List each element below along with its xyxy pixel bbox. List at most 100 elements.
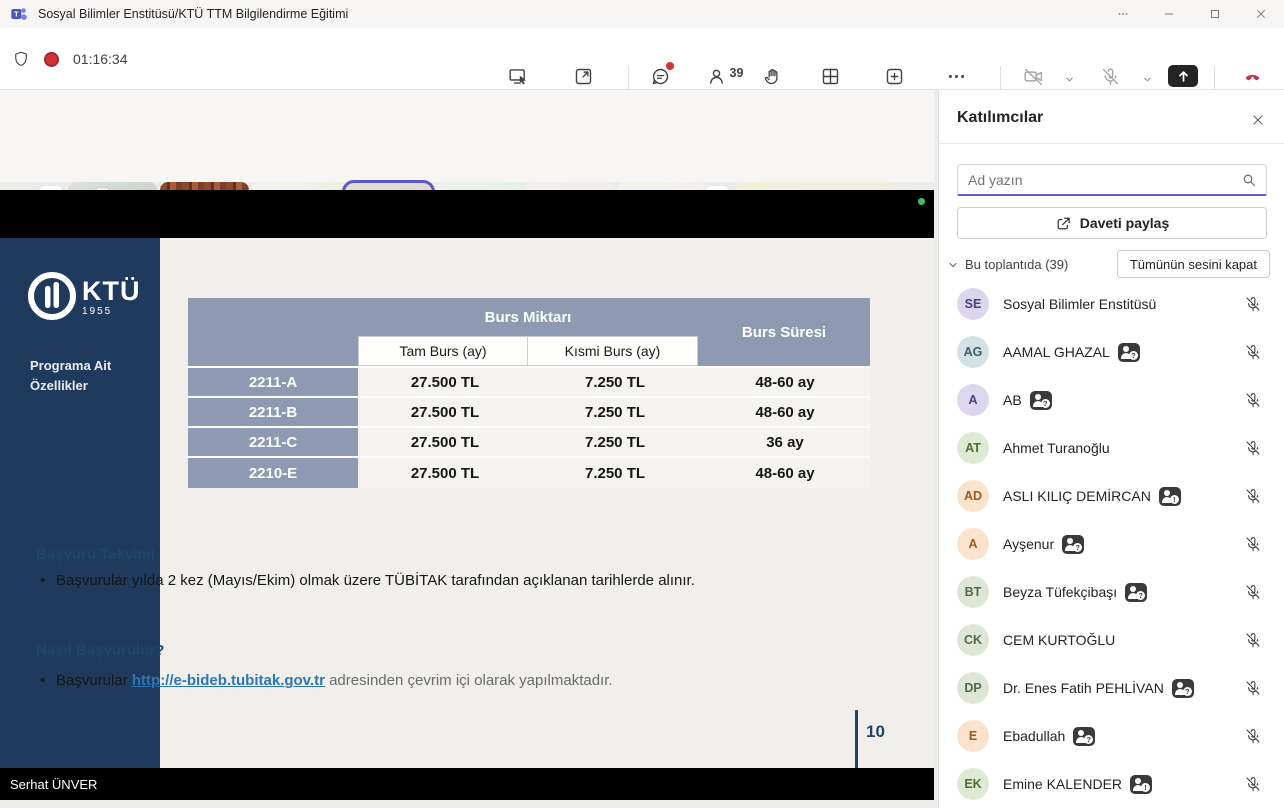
participant-row[interactable]: A Ayşenur? xyxy=(939,520,1284,568)
cell-duration: 48-60 ay xyxy=(700,458,870,488)
participant-search[interactable] xyxy=(957,164,1267,196)
mic-off-icon[interactable] xyxy=(1244,535,1262,553)
participant-search-input[interactable] xyxy=(958,172,1241,188)
participant-row[interactable]: AG AAMAL GHAZAL? xyxy=(939,328,1284,376)
slide-bullet-1: • Başvurular yılda 2 kez (Mayıs/Ekim) ol… xyxy=(40,570,712,591)
guest-badge-icon: ! xyxy=(1159,487,1181,506)
window-close-button[interactable] xyxy=(1238,0,1284,28)
guest-badge-icon: ? xyxy=(1030,391,1052,410)
chevron-down-icon[interactable] xyxy=(947,258,959,276)
cell-duration: 48-60 ay xyxy=(700,368,870,396)
guest-badge-icon: ? xyxy=(1172,679,1194,698)
table-group-header: Burs Miktarı xyxy=(358,298,698,336)
participant-row[interactable]: EK Emine KALENDER! xyxy=(939,760,1284,808)
security-shield-icon xyxy=(12,50,30,68)
avatar: AD xyxy=(957,480,989,512)
participant-name: Emine KALENDER xyxy=(1003,776,1122,792)
meeting-title: Sosyal Bilimler Enstitüsü/KTÜ TTM Bilgil… xyxy=(38,7,348,21)
mic-off-icon[interactable] xyxy=(1244,631,1262,649)
table-row-values: 27.500 TL 7.250 TL 48-60 ay xyxy=(360,366,870,396)
share-screen-icon xyxy=(1168,64,1198,88)
slide-heading-nasil-basvurulur: Nasıl Başvurulur? xyxy=(36,642,164,659)
table-row-program: 2211-C xyxy=(188,426,358,456)
view-grid-icon xyxy=(820,64,841,88)
mic-off-icon[interactable] xyxy=(1244,727,1262,745)
mic-off-icon[interactable] xyxy=(1244,391,1262,409)
cell-partial-burs: 7.250 TL xyxy=(530,398,700,426)
microphone-options-chevron[interactable] xyxy=(1142,72,1153,90)
chat-icon xyxy=(650,64,671,88)
video-filmstrip: ! EK ! HC xyxy=(0,90,934,182)
cell-partial-burs: 7.250 TL xyxy=(530,428,700,456)
in-meeting-section: Bu toplantıda (39) Tümünün sesini kapat xyxy=(939,250,1284,280)
participant-row[interactable]: DP Dr. Enes Fatih PEHLİVAN? xyxy=(939,664,1284,712)
table-subheader-partial: Kısmi Burs (ay) xyxy=(527,336,698,366)
share-invite-icon xyxy=(1055,215,1072,232)
cell-full-burs: 27.500 TL xyxy=(360,398,530,426)
mic-off-icon[interactable] xyxy=(1244,583,1262,601)
guest-badge-icon: ? xyxy=(1125,583,1147,602)
guest-badge-icon: ? xyxy=(1062,535,1084,554)
window-more-button[interactable] xyxy=(1100,0,1146,28)
teams-app-icon: T xyxy=(10,5,28,23)
recording-indicator-icon xyxy=(44,52,59,67)
shared-screen-letterbox-bottom: Serhat ÜNVER xyxy=(0,768,934,800)
mic-off-icon[interactable] xyxy=(1244,775,1262,793)
mic-off-icon[interactable] xyxy=(1244,295,1262,313)
teams-meeting-window: T Sosyal Bilimler Enstitüsü/KTÜ TTM Bilg… xyxy=(0,0,1284,808)
tubitak-link: http://e-bideb.tubitak.gov.tr xyxy=(132,672,325,689)
participant-count: 39 xyxy=(730,66,744,80)
meeting-timer: 01:16:34 xyxy=(73,51,128,67)
window-maximize-button[interactable] xyxy=(1192,0,1238,28)
participant-row[interactable]: AT Ahmet Turanoğlu xyxy=(939,424,1284,472)
cell-full-burs: 27.500 TL xyxy=(360,458,530,488)
participant-row[interactable]: BT Beyza Tüfekçibaşı? xyxy=(939,568,1284,616)
panel-close-button[interactable] xyxy=(1248,110,1268,130)
participant-name: ASLI KILIÇ DEMİRCAN xyxy=(1003,488,1151,504)
table-corner-cell xyxy=(188,298,358,366)
title-bar: T Sosyal Bilimler Enstitüsü/KTÜ TTM Bilg… xyxy=(0,0,1284,28)
mic-off-icon[interactable] xyxy=(1244,487,1262,505)
participant-row[interactable]: A AB? xyxy=(939,376,1284,424)
cell-duration: 36 ay xyxy=(700,428,870,456)
participant-row[interactable]: AD ASLI KILIÇ DEMİRCAN! xyxy=(939,472,1284,520)
table-duration-header: Burs Süresi xyxy=(698,298,870,366)
table-row-values: 27.500 TL 7.250 TL 48-60 ay xyxy=(360,396,870,426)
ellipsis-icon xyxy=(946,64,967,88)
window-minimize-button[interactable] xyxy=(1146,0,1192,28)
shared-screen-letterbox-top xyxy=(0,190,934,238)
mic-off-icon[interactable] xyxy=(1244,343,1262,361)
in-meeting-count-label[interactable]: Bu toplantıda (39) xyxy=(965,257,1068,272)
participant-row[interactable]: SE Sosyal Bilimler Enstitüsü xyxy=(939,280,1284,328)
camera-options-chevron[interactable] xyxy=(1064,72,1075,90)
table-row-values: 27.500 TL 7.250 TL 48-60 ay xyxy=(360,456,870,488)
participant-row[interactable]: E Ebadullah? xyxy=(939,712,1284,760)
mic-off-icon[interactable] xyxy=(1244,679,1262,697)
search-icon xyxy=(1241,172,1257,188)
cell-duration: 48-60 ay xyxy=(700,398,870,426)
avatar: SE xyxy=(957,288,989,320)
mute-all-button[interactable]: Tümünün sesini kapat xyxy=(1117,250,1270,278)
people-icon: 39 xyxy=(706,64,727,88)
ktu-logo-year: 1955 xyxy=(82,306,141,317)
table-subheader-full: Tam Burs (ay) xyxy=(358,336,528,366)
participant-name: Ahmet Turanoğlu xyxy=(1003,440,1110,456)
shared-slide: KTÜ 1955 Programa Ait Özellikler Burs Mi… xyxy=(0,238,934,768)
camera-off-icon xyxy=(1023,64,1044,88)
guest-badge-icon: ? xyxy=(1073,727,1095,746)
avatar: DP xyxy=(957,672,989,704)
slide-bullet-2: • Başvurular http://e-bideb.tubitak.gov.… xyxy=(40,670,712,691)
microphone-off-icon xyxy=(1100,64,1121,88)
share-invite-button[interactable]: Daveti paylaş xyxy=(957,207,1267,239)
cell-partial-burs: 7.250 TL xyxy=(530,368,700,396)
participant-name: Ayşenur xyxy=(1003,536,1054,552)
participant-name: AAMAL GHAZAL xyxy=(1003,344,1110,360)
participant-name: Dr. Enes Fatih PEHLİVAN xyxy=(1003,680,1164,696)
table-row-program: 2210-E xyxy=(188,456,358,488)
avatar: EK xyxy=(957,768,989,800)
participant-name: Sosyal Bilimler Enstitüsü xyxy=(1003,296,1156,312)
mic-off-icon[interactable] xyxy=(1244,439,1262,457)
participant-name: AB xyxy=(1003,392,1022,408)
participant-row[interactable]: CK CEM KURTOĞLU xyxy=(939,616,1284,664)
participants-panel: Katılımcılar Daveti paylaş Bu toplantıda… xyxy=(938,90,1284,808)
